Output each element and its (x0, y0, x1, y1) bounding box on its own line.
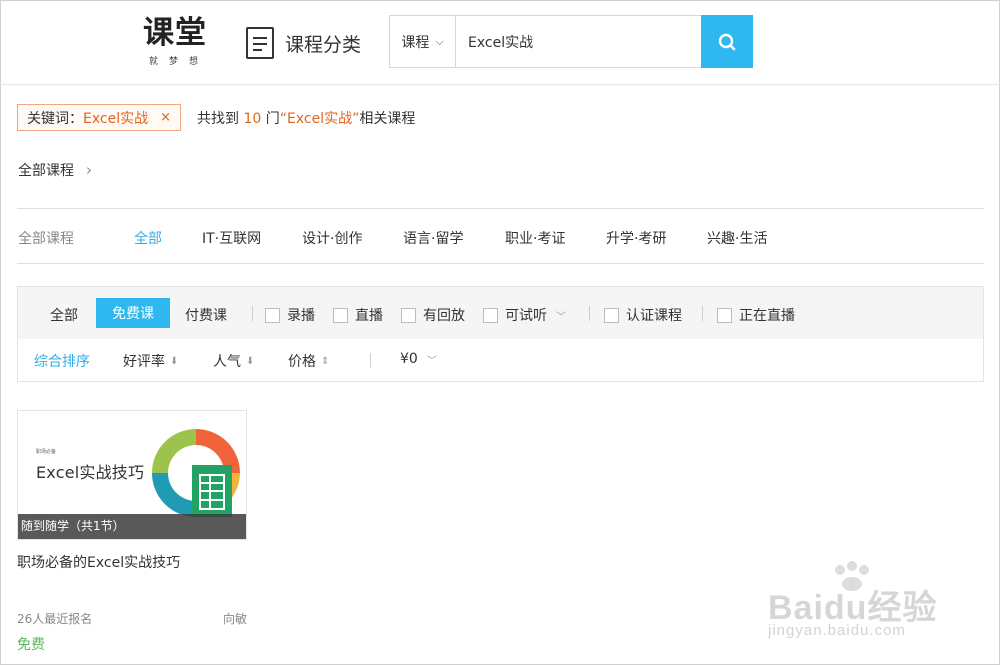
result-middle: 门 (261, 111, 280, 127)
checkbox-trial[interactable] (483, 307, 498, 323)
divider (589, 306, 590, 321)
search-scope-select[interactable]: 课程 ⌵ (390, 16, 456, 67)
filter-certified-label: 认证课程 (626, 308, 682, 324)
course-meta: 26人最近报名 向敏 (17, 610, 247, 627)
tab-career[interactable]: 职业·考证 (505, 228, 565, 248)
tab-hobby[interactable]: 兴趣·生活 (707, 228, 767, 248)
filter-certified[interactable]: 认证课程 (604, 305, 682, 325)
thumb-title: Excel实战技巧 (36, 463, 145, 482)
logo-main-text: 课堂 (143, 15, 207, 51)
filter-replay[interactable]: 有回放 (401, 305, 465, 325)
tab-all[interactable]: 全部 (134, 228, 162, 248)
baidu-watermark: Baidu经验 jingyan.baidu.com (768, 560, 983, 650)
site-header: 课堂 就梦想 课程分类 课程 ⌵ (0, 0, 1000, 85)
filter-live-now[interactable]: 正在直播 (717, 305, 795, 325)
course-thumbnail[interactable]: 职场必备 Excel实战技巧 随到随学（共1节） (17, 410, 247, 540)
chevron-right-icon: › (86, 161, 92, 179)
tab-it-internet[interactable]: IT·互联网 (202, 228, 261, 248)
sort-updown-icon: ⇕ (321, 355, 330, 367)
filter-live-now-label: 正在直播 (739, 308, 795, 324)
filter-recorded-label: 录播 (287, 308, 315, 324)
filter-trial-label: 可试听 (505, 308, 547, 324)
divider (370, 353, 371, 368)
keyword-label: 关键词： (27, 110, 83, 127)
divider (252, 306, 253, 321)
result-suffix: 相关课程 (359, 111, 416, 127)
tab-language[interactable]: 语言·留学 (403, 228, 463, 248)
thumb-small-text: 职场必备 (36, 449, 57, 455)
result-keyword: “Excel实战” (279, 111, 360, 127)
chevron-down-icon: ⌵ (435, 34, 444, 48)
checkbox-certified[interactable] (604, 307, 619, 323)
thumb-overlay-label: 随到随学（共1节） (18, 514, 246, 539)
sort-popularity-label: 人气 (213, 354, 241, 370)
checkbox-live[interactable] (333, 307, 348, 323)
divider (702, 306, 703, 321)
sort-popularity[interactable]: 人气 ⬇ (213, 351, 254, 371)
arrow-down-icon: ⬇ (246, 355, 255, 367)
watermark-sub: jingyan.baidu.com (768, 622, 906, 639)
chevron-down-icon: ﹀ (556, 311, 566, 323)
filter-live[interactable]: 直播 (333, 305, 383, 325)
course-category-menu[interactable]: 课程分类 (246, 27, 361, 59)
excel-logo-icon (152, 429, 240, 517)
list-icon (246, 27, 274, 59)
tab-exam[interactable]: 升学·考研 (606, 228, 666, 248)
filter-live-label: 直播 (355, 308, 383, 324)
search-scope-label: 课程 (401, 34, 430, 51)
breadcrumb-label: 全部课程 (18, 163, 74, 179)
checkbox-live-now[interactable] (717, 307, 732, 323)
sort-overall[interactable]: 综合排序 (34, 351, 90, 371)
breadcrumb[interactable]: 全部课程 › (18, 160, 92, 180)
arrow-down-icon: ⬇ (170, 355, 179, 367)
course-price: 免费 (17, 637, 45, 653)
course-category-label: 课程分类 (285, 33, 362, 56)
filter-panel: 全部 免费课 付费课 录播 直播 有回放 可试听 ﹀ 认证课程 正在直播 综合排序… (17, 286, 984, 382)
result-summary: 共找到 10 门“Excel实战”相关课程 (197, 108, 415, 128)
sort-rating[interactable]: 好评率 ⬇ (123, 351, 178, 371)
chevron-down-icon: ﹀ (426, 355, 437, 367)
price-filter-select[interactable]: ¥0 ﹀ (400, 351, 437, 367)
filter-row-sort: 综合排序 好评率 ⬇ 人气 ⬇ 价格 ⇕ ¥0 ﹀ (18, 339, 983, 381)
search-button[interactable] (701, 15, 753, 68)
filter-recorded[interactable]: 录播 (265, 305, 315, 325)
result-prefix: 共找到 (197, 111, 244, 127)
site-logo[interactable]: 课堂 就梦想 (143, 14, 209, 67)
logo-sub-text: 就梦想 (149, 57, 210, 67)
course-teacher[interactable]: 向敏 (223, 610, 247, 627)
search-input[interactable] (456, 16, 701, 67)
tab-design[interactable]: 设计·创作 (302, 228, 362, 248)
category-bar-label: 全部课程 (18, 231, 74, 247)
course-title[interactable]: 职场必备的Excel实战技巧 (17, 552, 247, 572)
filter-replay-label: 有回放 (423, 308, 465, 324)
search-icon (718, 33, 736, 50)
close-icon[interactable]: × (160, 110, 171, 125)
sort-price[interactable]: 价格 ⇕ (288, 351, 329, 371)
sort-rating-label: 好评率 (123, 354, 165, 370)
checkbox-recorded[interactable] (265, 307, 280, 323)
keyword-value: Excel实战 (83, 110, 149, 127)
filter-free-button[interactable]: 免费课 (96, 298, 170, 328)
price-filter-label: ¥0 (400, 351, 418, 367)
checkbox-replay[interactable] (401, 307, 416, 323)
search-bar: 课程 ⌵ (389, 15, 753, 68)
result-count: 10 (243, 111, 262, 127)
sort-price-label: 价格 (288, 354, 316, 370)
course-card[interactable]: 职场必备 Excel实战技巧 随到随学（共1节） 职场必备的Excel实战技巧 … (17, 410, 247, 654)
filter-all[interactable]: 全部 (50, 305, 78, 325)
filter-paid[interactable]: 付费课 (185, 305, 227, 325)
keyword-tag: 关键词： Excel实战 × (17, 104, 181, 131)
course-enrolled: 26人最近报名 (17, 612, 93, 626)
filter-row-type: 全部 免费课 付费课 录播 直播 有回放 可试听 ﹀ 认证课程 正在直播 (18, 287, 983, 339)
category-bar: 全部课程 全部 IT·互联网 设计·创作 语言·留学 职业·考证 升学·考研 兴… (17, 208, 984, 264)
filter-trial[interactable]: 可试听 ﹀ (483, 305, 566, 325)
